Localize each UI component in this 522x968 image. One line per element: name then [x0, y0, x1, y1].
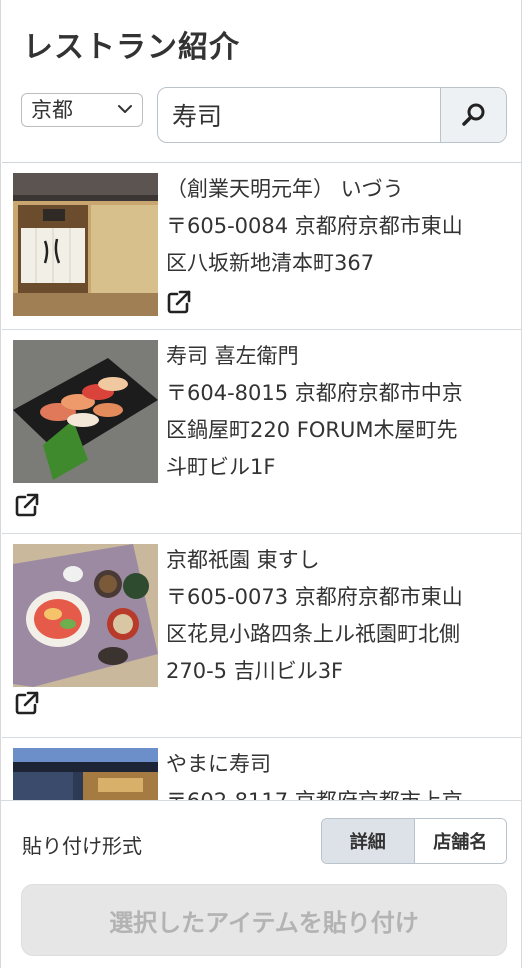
restaurant-address: 〒604-8015 京都府京都市中京 — [166, 381, 463, 405]
paste-format-label: 貼り付け形式 — [22, 834, 142, 858]
restaurant-name: 寿司 喜左衛門 — [166, 344, 299, 368]
list-item[interactable]: 寿司 喜左衛門 〒604-8015 京都府京都市中京 区鍋屋町220 FORUM… — [2, 330, 522, 534]
paste-format-toggle: 詳細 店舗名 — [321, 818, 507, 864]
restaurant-address: 270-5 吉川ビル3F — [166, 659, 344, 683]
format-option-detail[interactable]: 詳細 — [322, 819, 415, 863]
restaurant-info: 京都祇園 東すし 〒605-0073 京都府京都市東山 区花見小路四条上ル祇園町… — [166, 542, 512, 690]
search-box — [157, 87, 507, 143]
restaurant-panel: レストラン紹介 京都 寿司 （創業天明元年） いづう 〒605-0084 京都府… — [0, 0, 522, 968]
chevron-down-icon — [118, 105, 132, 113]
region-select-value: 京都 — [31, 98, 73, 122]
search-button[interactable] — [440, 88, 506, 142]
external-link-icon[interactable] — [14, 690, 40, 716]
page-title: レストラン紹介 — [23, 30, 240, 65]
list-item[interactable]: （創業天明元年） いづう 〒605-0084 京都府京都市東山 区八坂新地清本町… — [2, 163, 522, 330]
divider — [1, 800, 522, 801]
restaurant-info: （創業天明元年） いづう 〒605-0084 京都府京都市東山 区八坂新地清本町… — [166, 171, 512, 282]
restaurant-address: 区鍋屋町220 FORUM木屋町先 — [166, 418, 458, 442]
restaurant-address: 〒602-8117 京都府京都市上京 — [166, 783, 512, 800]
paste-selected-button[interactable]: 選択したアイテムを貼り付け — [21, 884, 507, 956]
search-input[interactable] — [158, 88, 440, 142]
restaurant-name: 京都祇園 東すし — [166, 548, 320, 572]
external-link-icon[interactable] — [14, 492, 40, 518]
region-select[interactable]: 京都 — [21, 93, 143, 127]
restaurant-list[interactable]: （創業天明元年） いづう 〒605-0084 京都府京都市東山 区八坂新地清本町… — [2, 162, 522, 800]
restaurant-address: 区花見小路四条上ル祇園町北側 — [166, 622, 460, 646]
list-item[interactable]: 京都祇園 東すし 〒605-0073 京都府京都市東山 区花見小路四条上ル祇園町… — [2, 534, 522, 738]
storefront-image — [13, 748, 158, 800]
external-link-icon[interactable] — [166, 289, 192, 315]
restaurant-address: 斗町ビル1F — [166, 455, 276, 479]
restaurant-name: やまに寿司 — [166, 752, 271, 776]
restaurant-info: 寿司 喜左衛門 〒604-8015 京都府京都市中京 区鍋屋町220 FORUM… — [166, 338, 512, 486]
shop-front-image — [13, 173, 158, 316]
list-item[interactable]: やまに寿司 〒602-8117 京都府京都市上京 — [2, 738, 522, 800]
format-option-name[interactable]: 店舗名 — [414, 819, 506, 863]
restaurant-address: 区八坂新地清本町367 — [166, 251, 375, 275]
sushi-plate-image — [13, 340, 158, 483]
restaurant-address: 〒605-0073 京都府京都市東山 — [166, 585, 463, 609]
sushi-set-image — [13, 544, 158, 687]
search-icon — [461, 103, 484, 126]
restaurant-address: 〒605-0084 京都府京都市東山 — [166, 214, 463, 238]
restaurant-name: （創業天明元年） いづう — [166, 177, 404, 201]
restaurant-info: やまに寿司 〒602-8117 京都府京都市上京 — [166, 746, 512, 800]
